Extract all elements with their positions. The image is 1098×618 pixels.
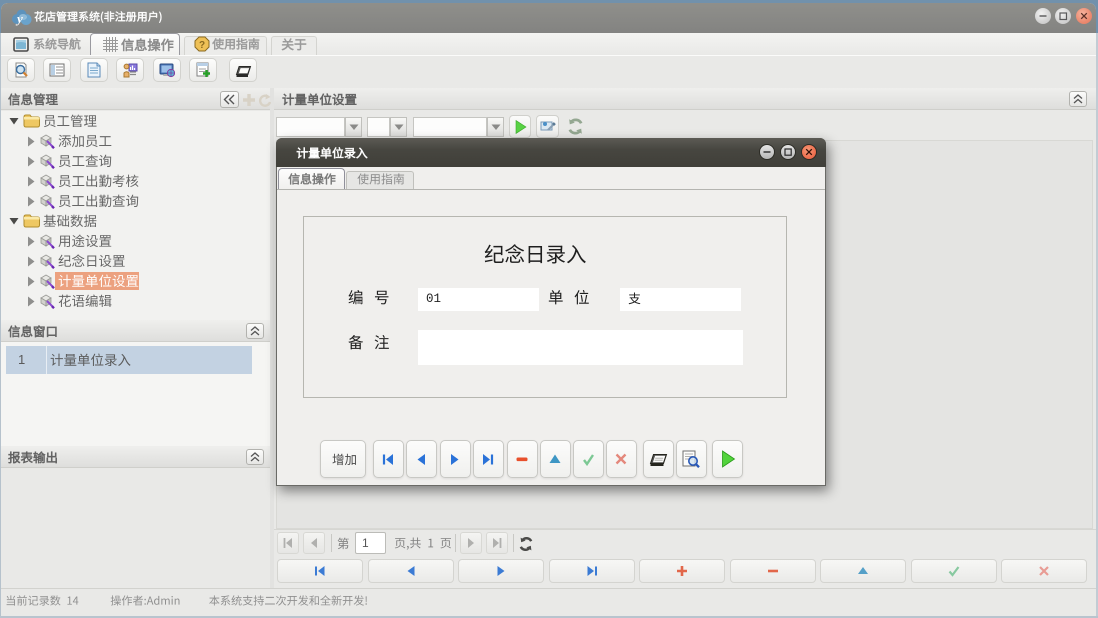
svg-text:y: y xyxy=(15,11,23,26)
svg-text:?: ? xyxy=(199,40,205,51)
